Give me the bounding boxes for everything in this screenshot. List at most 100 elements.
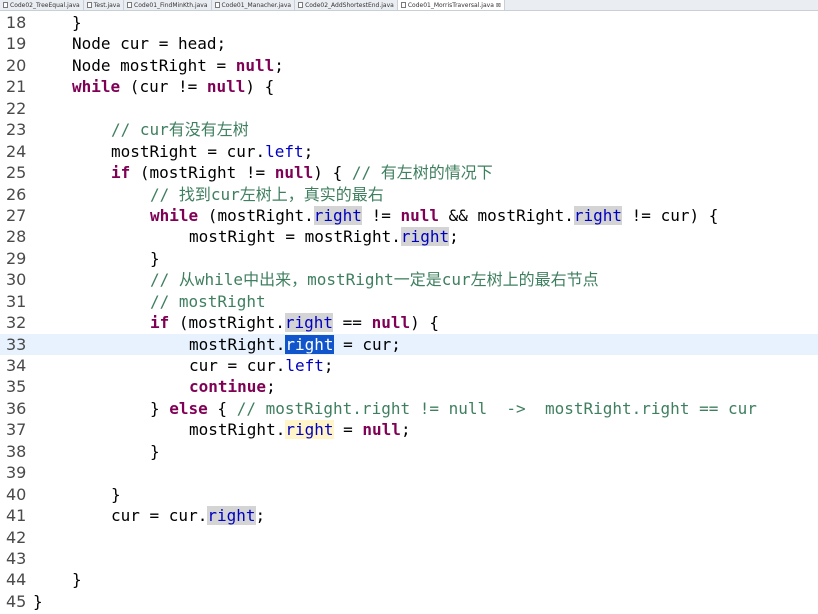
- code-text: Node mostRight = null;: [72, 55, 284, 76]
- code-token: // 有左树的情况下: [351, 163, 493, 183]
- code-line[interactable]: 20 Node mostRight = null;: [0, 55, 818, 76]
- code-token: null: [274, 163, 314, 183]
- code-line[interactable]: 28 mostRight = mostRight.right;: [0, 226, 818, 247]
- code-line[interactable]: 21 while (cur != null) {: [0, 76, 818, 97]
- code-line[interactable]: 44}: [0, 569, 818, 590]
- code-token: cur = cur.: [111, 506, 208, 526]
- editor-tab[interactable]: Code01_Manacher.java: [212, 0, 296, 10]
- code-line[interactable]: 26 // 找到cur左树上，真实的最右: [0, 184, 818, 205]
- code-line[interactable]: 36 } else { // mostRight.right != null ->…: [0, 398, 818, 419]
- line-number: 31: [6, 291, 27, 311]
- editor-tab-label: Test.java: [93, 1, 121, 9]
- code-token: =: [333, 420, 363, 440]
- editor-tab-label: Code01_Manacher.java: [221, 1, 292, 9]
- code-token: }: [150, 398, 170, 418]
- code-line[interactable]: 18}: [0, 12, 818, 33]
- code-token: ;: [400, 420, 411, 440]
- code-line[interactable]: 30 // 从while中出来，mostRight一定是cur左树上的最右节点: [0, 269, 818, 290]
- line-number: 37: [6, 420, 27, 440]
- code-token: ;: [255, 506, 266, 526]
- code-token: left: [265, 141, 304, 161]
- line-number: 39: [6, 463, 27, 483]
- code-token: }: [150, 441, 160, 461]
- code-token: null: [400, 205, 439, 225]
- code-line[interactable]: 22: [0, 98, 818, 119]
- code-text: if (mostRight != null) { // 有左树的情况下: [111, 162, 493, 183]
- code-token: // mostRight.right != null -> mostRight.…: [236, 398, 757, 418]
- editor-tab[interactable]: Test.java: [84, 0, 125, 10]
- code-line[interactable]: 39: [0, 462, 818, 483]
- editor-tab[interactable]: Code02_TreeEqual.java: [0, 0, 84, 10]
- editor-tab-label: Code01_MorrisTraversal.java: [407, 1, 494, 9]
- editor-tab[interactable]: Code01_MorrisTraversal.java ⊠: [397, 0, 505, 10]
- code-text: } else { // mostRight.right != null -> m…: [150, 398, 757, 419]
- code-line[interactable]: 45}: [0, 591, 818, 612]
- code-token: Node cur = head;: [72, 34, 227, 54]
- line-number: 44: [6, 570, 27, 590]
- line-number: 23: [6, 120, 27, 140]
- code-token: right: [400, 227, 450, 247]
- code-token: }: [33, 591, 43, 611]
- code-line[interactable]: 27 while (mostRight.right != null && most…: [0, 205, 818, 226]
- line-number: 29: [6, 248, 27, 268]
- code-line[interactable]: 32 if (mostRight.right == null) {: [0, 312, 818, 333]
- close-tab-icon[interactable]: ⊠: [496, 2, 501, 9]
- line-number: 36: [6, 398, 27, 418]
- code-line[interactable]: 29}: [0, 248, 818, 269]
- code-line[interactable]: 40}: [0, 484, 818, 505]
- code-token: if: [150, 313, 170, 333]
- code-token: cur = cur.: [189, 356, 286, 375]
- line-number: 27: [6, 205, 27, 225]
- editor-tab[interactable]: Code02_AddShortestEnd.java: [295, 0, 398, 10]
- code-text: // 从while中出来，mostRight一定是cur左树上的最右节点: [150, 269, 599, 290]
- code-token: null: [362, 420, 401, 440]
- code-line[interactable]: 43: [0, 548, 818, 569]
- line-number: 26: [6, 184, 27, 204]
- code-line[interactable]: 25 if (mostRight != null) { // 有左树的情况下: [0, 162, 818, 183]
- code-token: right: [313, 205, 362, 225]
- line-number: 25: [6, 163, 27, 183]
- java-file-icon: [86, 2, 92, 8]
- code-token: right: [207, 506, 256, 526]
- code-token: right: [285, 420, 334, 440]
- editor-tab[interactable]: Code01_FindMinKth.java: [124, 0, 212, 10]
- line-number: 32: [6, 313, 27, 333]
- code-line[interactable]: 34 cur = cur.left;: [0, 355, 818, 376]
- code-line[interactable]: 41 cur = cur.right;: [0, 505, 818, 526]
- line-number: 40: [6, 484, 27, 504]
- code-token: // cur有没有左树: [111, 120, 249, 140]
- java-file-icon: [298, 2, 304, 8]
- code-line[interactable]: 38}: [0, 441, 818, 462]
- code-text: while (mostRight.right != null && mostRi…: [150, 205, 718, 226]
- code-line[interactable]: 24 mostRight = cur.left;: [0, 141, 818, 162]
- code-line[interactable]: 35 continue;: [0, 376, 818, 397]
- code-token: continue: [189, 377, 267, 397]
- code-token: }: [72, 13, 82, 32]
- code-token: ) {: [410, 313, 439, 333]
- line-number: 45: [6, 591, 27, 611]
- code-token: mostRight.: [189, 334, 286, 354]
- code-text: }: [150, 248, 160, 269]
- code-line[interactable]: 42: [0, 527, 818, 548]
- code-line[interactable]: 19 Node cur = head;: [0, 33, 818, 54]
- code-token: = cur;: [333, 334, 401, 354]
- code-token: // 找到cur左树上，真实的最右: [150, 184, 384, 204]
- code-token: mostRight = cur.: [111, 141, 266, 161]
- line-number: 33: [6, 334, 27, 354]
- code-line[interactable]: 31 // mostRight: [0, 291, 818, 312]
- code-token: left: [285, 356, 324, 375]
- code-token: !=: [361, 205, 401, 225]
- code-line[interactable]: 37 mostRight.right = null;: [0, 419, 818, 440]
- code-token: // mostRight: [150, 291, 266, 311]
- code-text: }: [72, 569, 82, 590]
- code-line[interactable]: 23 // cur有没有左树: [0, 119, 818, 140]
- code-token: (cur !=: [120, 77, 207, 97]
- java-file-icon: [3, 2, 8, 8]
- code-editor[interactable]: 18} 19 Node cur = head; 20 Node mostRight = …: [0, 12, 818, 614]
- java-file-icon: [127, 2, 133, 8]
- java-file-icon: [214, 2, 220, 8]
- line-number: 38: [6, 441, 27, 461]
- editor-tab-label: Code01_FindMinKth.java: [134, 1, 208, 9]
- code-line[interactable]: 33 mostRight.right = cur;: [0, 333, 818, 355]
- code-token: (mostRight.: [169, 313, 285, 333]
